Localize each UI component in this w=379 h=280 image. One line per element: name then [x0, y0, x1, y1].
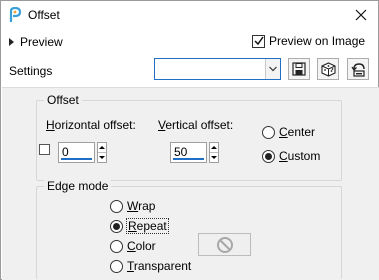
preview-on-image-label: Preview on Image — [269, 34, 366, 48]
chevron-down-icon — [269, 66, 277, 72]
save-preset-button[interactable] — [288, 58, 310, 80]
transparent-label: Transparent — [127, 259, 192, 273]
color-label: Color — [127, 239, 156, 253]
checkbox-box[interactable] — [252, 34, 265, 48]
link-offsets-checkbox[interactable] — [39, 144, 50, 155]
close-button[interactable] — [350, 4, 372, 26]
horizontal-offset-input[interactable]: 0 — [58, 142, 95, 163]
vertical-offset-input[interactable]: 50 — [170, 142, 207, 163]
app-icon — [9, 7, 22, 22]
settings-panel: Offset Horizontal offset: Vertical offse… — [2, 87, 379, 280]
preview-toggle[interactable]: Preview — [9, 35, 63, 49]
radio-circle[interactable] — [110, 259, 123, 273]
expand-arrow-icon — [9, 38, 14, 46]
radio-circle-selected[interactable] — [110, 219, 123, 233]
vertical-spin-buttons[interactable] — [209, 142, 219, 163]
horizontal-value-bar — [61, 158, 92, 160]
window-title: Offset — [28, 8, 60, 22]
horizontal-offset-label: Horizontal offset: — [46, 118, 136, 132]
offset-group-title: Offset — [44, 93, 82, 107]
horizontal-increment-button[interactable] — [98, 143, 106, 152]
repeat-label: Repeat — [126, 218, 169, 234]
edge-mode-group-title: Edge mode — [44, 179, 112, 193]
preview-label: Preview — [20, 35, 63, 49]
randomize-button[interactable] — [317, 58, 339, 80]
dropdown-arrow[interactable] — [265, 59, 280, 79]
radio-circle[interactable] — [110, 199, 123, 213]
vertical-offset-stepper[interactable]: 50 — [170, 142, 219, 163]
custom-radio[interactable]: Custom — [262, 149, 320, 163]
arrow-down-icon — [211, 156, 217, 159]
arrow-up-icon — [99, 146, 105, 149]
radio-circle-selected[interactable] — [262, 149, 275, 163]
repeat-radio[interactable]: Repeat — [110, 218, 169, 234]
edge-color-swatch[interactable] — [198, 233, 251, 256]
radio-circle[interactable] — [262, 125, 275, 139]
settings-label: Settings — [9, 64, 53, 78]
center-label: Center — [279, 125, 316, 139]
wrap-radio[interactable]: Wrap — [110, 199, 155, 213]
vertical-decrement-button[interactable] — [210, 152, 218, 162]
no-color-icon — [216, 236, 233, 253]
edge-mode-group: Edge mode Wrap Repeat Color Transparent — [36, 179, 342, 279]
vertical-value-bar — [173, 158, 204, 160]
preview-on-image-checkbox[interactable]: Preview on Image — [252, 34, 365, 48]
close-icon — [355, 9, 367, 21]
arrow-down-icon — [99, 156, 105, 159]
wrap-label: Wrap — [127, 199, 156, 213]
save-icon — [292, 62, 306, 76]
dialog-window: Offset Preview Preview on Image Settings — [0, 0, 379, 280]
radio-circle[interactable] — [110, 239, 123, 253]
horizontal-spin-buttons[interactable] — [97, 142, 107, 163]
color-radio[interactable]: Color — [110, 239, 156, 253]
custom-label: Custom — [279, 149, 321, 163]
center-radio[interactable]: Center — [262, 125, 315, 139]
checkmark-icon — [253, 36, 264, 46]
offset-group: Offset Horizontal offset: Vertical offse… — [36, 93, 342, 181]
horizontal-offset-stepper[interactable]: 0 — [58, 142, 107, 163]
title-bar: Offset — [1, 1, 378, 30]
settings-dropdown[interactable] — [154, 58, 281, 80]
random-icon — [320, 61, 336, 77]
reset-icon — [350, 62, 365, 77]
vertical-increment-button[interactable] — [210, 143, 218, 152]
reset-button[interactable] — [347, 58, 369, 80]
vertical-offset-label: Vertical offset: — [158, 118, 234, 132]
arrow-up-icon — [211, 146, 217, 149]
transparent-radio[interactable]: Transparent — [110, 259, 191, 273]
horizontal-decrement-button[interactable] — [98, 152, 106, 162]
